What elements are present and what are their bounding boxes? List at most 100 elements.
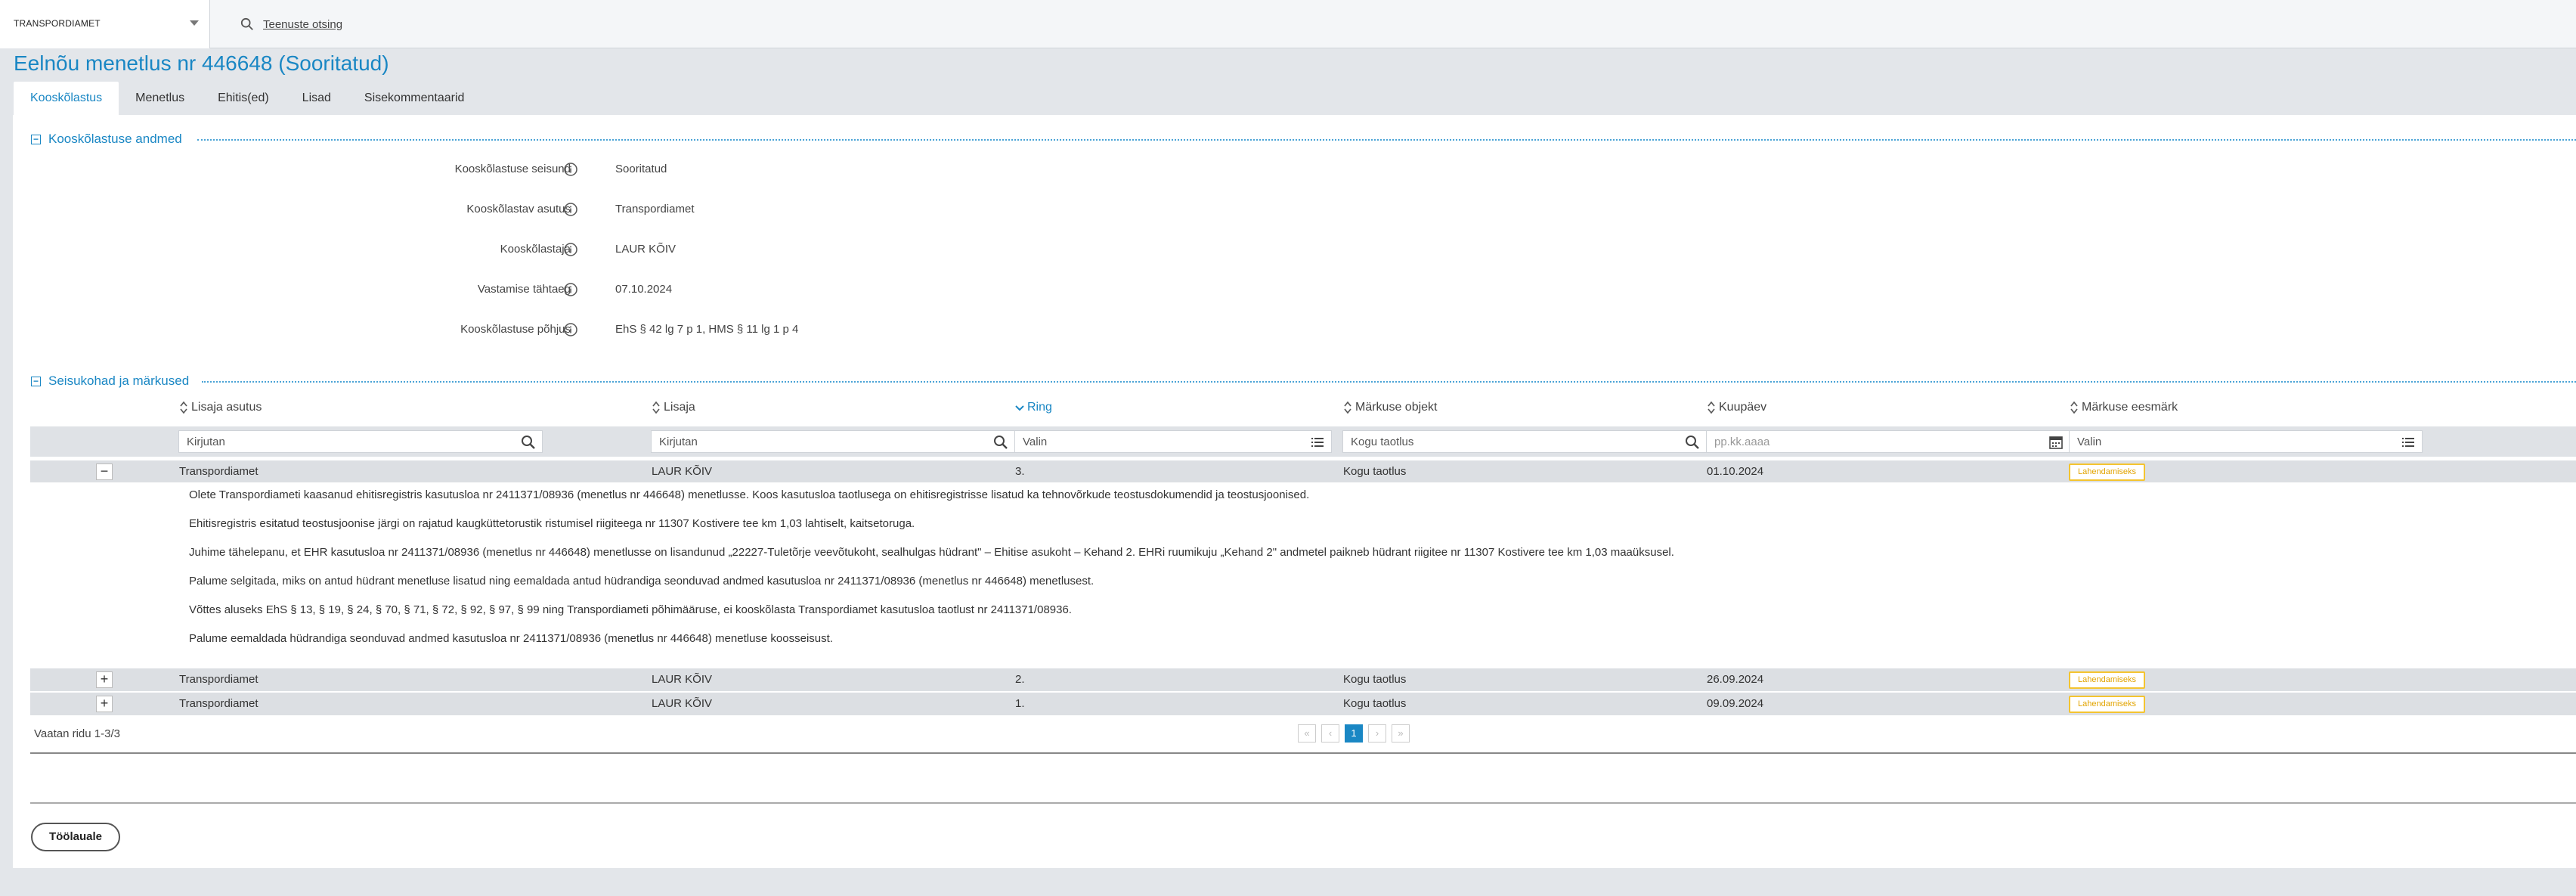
search-icon[interactable] (993, 435, 1008, 450)
filter-date-input[interactable]: pp.kk.aaaa (1706, 430, 2070, 453)
cell-date: 26.09.2024 (1707, 673, 1764, 686)
sort-icon (1344, 401, 1351, 414)
column-header-label: Märkuse eesmärk (2082, 401, 2178, 414)
filter-author-input[interactable]: Kirjutan (651, 430, 1015, 453)
search-icon[interactable] (1685, 435, 1700, 450)
left-strip (0, 48, 13, 896)
field-label: Kooskõlastav asutus (466, 203, 571, 215)
sort-icon (652, 401, 660, 414)
tab-sisekommentaarid[interactable]: Sisekommentaarid (348, 82, 481, 115)
page-number-button[interactable]: 1 (1345, 724, 1363, 743)
search-icon[interactable] (521, 435, 536, 450)
filter-row: Kirjutan Kirjutan Valin Kogu taotlus pp.… (30, 426, 2576, 457)
column-header-object[interactable]: Märkuse objekt (1343, 398, 1438, 417)
expand-row-button[interactable]: + (96, 671, 113, 688)
field-label: Kooskõlastaja (500, 243, 571, 256)
tab-ehitised[interactable]: Ehitis(ed) (201, 82, 286, 115)
cell-author: LAUR KÕIV (652, 465, 713, 478)
status-badge: Lahendamiseks (2069, 696, 2146, 713)
list-icon[interactable] (2401, 435, 2416, 450)
info-icon[interactable] (563, 162, 578, 177)
sort-down-icon (1015, 405, 1024, 411)
service-search-label: Teenuste otsing (263, 17, 343, 31)
filter-value: Valin (1023, 436, 1048, 448)
sort-icon (180, 401, 187, 414)
first-page-button[interactable]: « (1298, 724, 1316, 743)
organization-select[interactable]: TRANSPORDIAMET (0, 0, 210, 48)
pager-info: Vaatan ridu 1-3/3 (34, 727, 120, 740)
filter-round-select[interactable]: Valin (1014, 430, 1332, 453)
back-to-dashboard-button[interactable]: Töölauale (31, 823, 120, 851)
column-header-date[interactable]: Kuupäev (1707, 398, 1766, 417)
filter-value: Valin (2077, 436, 2102, 448)
list-icon[interactable] (1310, 435, 1325, 450)
next-page-button[interactable]: › (1368, 724, 1386, 743)
expand-row-button[interactable]: + (96, 696, 113, 712)
column-header-round[interactable]: Ring (1015, 398, 1052, 417)
cell-object: Kogu taotlus (1343, 673, 1407, 686)
section-comments-header[interactable]: − Seisukohad ja märkused (31, 373, 189, 389)
calendar-icon[interactable] (2048, 435, 2064, 450)
table-row[interactable]: − Transpordiamet LAUR KÕIV 3. Kogu taotl… (30, 460, 2576, 483)
collapse-icon[interactable]: − (31, 376, 41, 386)
filter-value: Kirjutan (659, 436, 698, 448)
cell-round: 1. (1015, 697, 1025, 710)
top-bar: TRANSPORDIAMET Teenuste otsing (0, 0, 2576, 48)
column-header-label: Lisaja (664, 401, 695, 414)
field-value: EhS § 42 lg 7 p 1, HMS § 11 lg 1 p 4 (615, 323, 799, 336)
cell-author: LAUR KÕIV (652, 697, 713, 710)
tab-kooskolastus[interactable]: Kooskõlastus (14, 82, 119, 115)
table-row[interactable]: + Transpordiamet LAUR KÕIV 1. Kogu taotl… (30, 693, 2576, 715)
last-page-button[interactable]: » (1392, 724, 1410, 743)
column-header-purpose[interactable]: Märkuse eesmärk (2070, 398, 2178, 417)
filter-purpose-select[interactable]: Valin (2069, 430, 2423, 453)
collapse-row-button[interactable]: − (96, 464, 113, 480)
info-icon[interactable] (563, 242, 578, 257)
field-label: Vastamise tähtaeg (477, 283, 571, 296)
field-value: 07.10.2024 (615, 283, 673, 296)
info-icon[interactable] (563, 322, 578, 337)
section-agreement-title: Kooskõlastuse andmed (48, 132, 182, 146)
column-header-org[interactable]: Lisaja asutus (179, 398, 262, 417)
status-badge: Lahendamiseks (2069, 464, 2146, 481)
page-title: Eelnõu menetlus nr 446648 (Sooritatud) (14, 51, 389, 75)
cell-date: 09.09.2024 (1707, 697, 1764, 710)
tab-lisad[interactable]: Lisad (286, 82, 348, 115)
column-header-label: Märkuse objekt (1355, 401, 1438, 414)
chevron-down-icon (190, 20, 199, 26)
filter-placeholder: pp.kk.aaaa (1714, 436, 1770, 448)
section-divider (197, 139, 2576, 141)
column-header-author[interactable]: Lisaja (652, 398, 695, 417)
column-header-label: Kuupäev (1719, 401, 1767, 414)
collapse-icon[interactable]: − (31, 134, 41, 144)
cell-date: 01.10.2024 (1707, 465, 1764, 478)
filter-org-input[interactable]: Kirjutan (178, 430, 543, 453)
status-badge: Lahendamiseks (2069, 671, 2146, 689)
table-row[interactable]: + Transpordiamet LAUR KÕIV 2. Kogu taotl… (30, 668, 2576, 691)
field-value: LAUR KÕIV (615, 243, 677, 256)
tab-bar: Kooskõlastus Menetlus Ehitis(ed) Lisad S… (14, 82, 481, 115)
field-label: Kooskõlastuse põhjus (460, 323, 571, 336)
info-icon[interactable] (563, 202, 578, 217)
row-detail: Olete Transpordiameti kaasanud ehitisreg… (30, 482, 2576, 668)
cell-object: Kogu taotlus (1343, 465, 1407, 478)
section-divider (202, 381, 2576, 383)
cell-round: 3. (1015, 465, 1025, 478)
filter-object-input[interactable]: Kogu taotlus (1342, 430, 1707, 453)
info-icon[interactable] (563, 282, 578, 297)
cell-org: Transpordiamet (179, 673, 259, 686)
field-row: Kooskõlastuse seisund Sooritatud (13, 160, 920, 178)
field-value: Sooritatud (615, 163, 667, 175)
sort-icon (2070, 401, 2078, 414)
section-agreement-header[interactable]: − Kooskõlastuse andmed (31, 131, 182, 147)
service-search-link[interactable]: Teenuste otsing (240, 15, 342, 33)
divider-line (30, 752, 2576, 754)
cell-org: Transpordiamet (179, 465, 259, 478)
cell-author: LAUR KÕIV (652, 673, 713, 686)
cell-org: Transpordiamet (179, 697, 259, 710)
field-row: Kooskõlastuse põhjus EhS § 42 lg 7 p 1, … (13, 321, 920, 339)
field-row: Kooskõlastav asutus Transpordiamet (13, 200, 920, 219)
detail-paragraph: Palume eemaldada hüdrandiga seonduvad an… (189, 632, 833, 645)
tab-menetlus[interactable]: Menetlus (119, 82, 201, 115)
prev-page-button[interactable]: ‹ (1321, 724, 1339, 743)
